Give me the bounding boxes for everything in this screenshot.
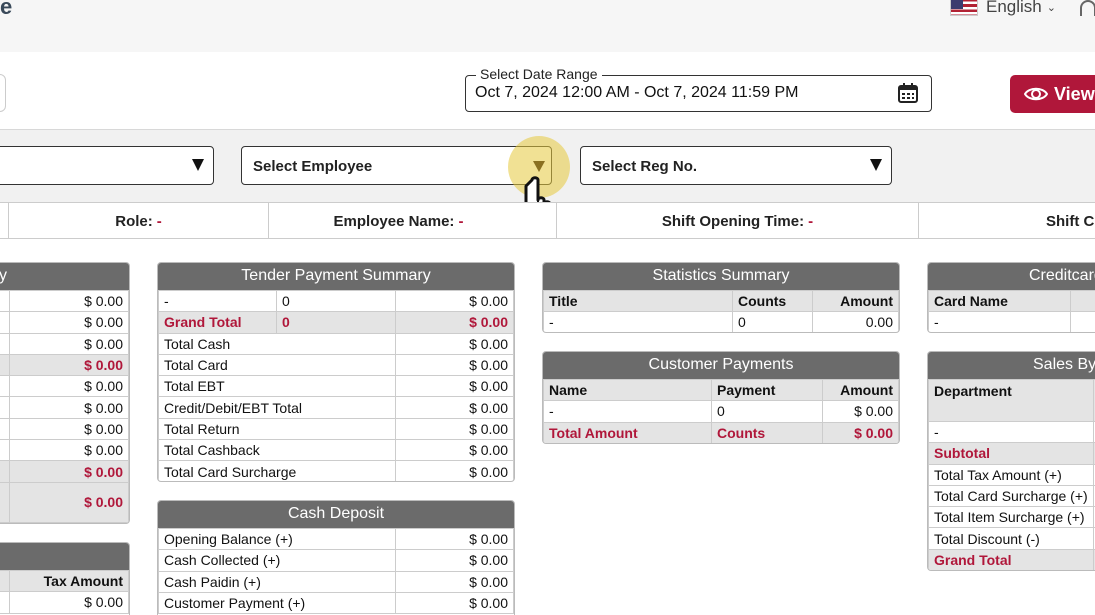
table-row: Total Cash $ 0.00 xyxy=(158,332,514,355)
table-row: -0 $ 0.00 xyxy=(543,400,899,423)
tender-table: -0 $ 0.00 Grand Total 0 $ 0.00 Total Cash $ … xyxy=(158,289,514,481)
table-row: - xyxy=(928,311,1095,332)
cash-deposit-title: Cash Deposit xyxy=(158,501,514,528)
date-range-value: Oct 7, 2024 12:00 AM - Oct 7, 2024 11:59… xyxy=(475,84,799,101)
left-tax-panel: Tax Amount $ 0.00 xyxy=(0,542,130,615)
statistics-table: Title Counts Amount -0 0.00 xyxy=(543,289,899,332)
table-row: Total EBT $ 0.00 xyxy=(158,375,514,398)
table-row: Total Return $ 0.00 xyxy=(158,417,514,441)
customer-payments-table: Name Payment Amount -0 $ 0.00 Total Amount C… xyxy=(543,378,899,443)
table-row: Total Item Surcharge (+) xyxy=(928,506,1095,529)
table-row: Customer Payment (+) $ 0.00 xyxy=(158,591,514,615)
table-row: $ 0.00 xyxy=(0,439,129,462)
notification-bell-icon[interactable] xyxy=(1080,0,1095,16)
table-row: Total Tax Amount (+) xyxy=(928,463,1095,486)
table-row: $ 0.00 xyxy=(0,481,129,523)
table-row: $ 0.00 xyxy=(0,289,129,313)
table-row: $ 0.00 xyxy=(0,311,129,334)
table-row: Total Cashback $ 0.00 xyxy=(158,439,514,462)
cash-deposit-panel: Cash Deposit Opening Balance (+) $ 0.00 C… xyxy=(157,500,515,615)
shift-opening-cell: Shift Opening Time: - xyxy=(556,203,918,239)
table-row: Cash Paidin (+) $ 0.00 xyxy=(158,570,514,593)
creditcard-table: Card Name - xyxy=(928,289,1095,332)
left-summary-panel: y $ 0.00 $ 0.00 $ 0.00 $ 0.00 $ 0.00 $ 0… xyxy=(0,262,130,524)
sales-by-title: Sales By xyxy=(928,352,1095,379)
employee-dropdown-arrow-icon[interactable] xyxy=(533,161,545,172)
subtotal-row: Subtotal xyxy=(928,442,1095,465)
table-row: Total Card Surcharge $ 0.00 xyxy=(158,460,514,481)
sales-by-table: DepartmentIt -0 Subtotal Total Tax Amoun… xyxy=(928,379,1095,570)
us-flag-icon xyxy=(950,0,978,16)
left-summary-table: $ 0.00 $ 0.00 $ 0.00 $ 0.00 $ 0.00 $ 0.0… xyxy=(0,289,129,523)
top-bar: e English ⌄ xyxy=(0,0,1095,52)
view-button-label: View xyxy=(1054,83,1095,104)
table-row: -0 0.00 xyxy=(543,311,899,332)
tender-payment-summary-panel: Tender Payment Summary -0 $ 0.00 Grand To… xyxy=(157,262,515,482)
reg-no-select[interactable]: Select Reg No. xyxy=(580,146,892,185)
date-range-picker[interactable]: Select Date Range Oct 7, 2024 12:00 AM -… xyxy=(465,66,932,112)
table-row: Cash Collected (+) $ 0.00 xyxy=(158,549,514,572)
total-amount-row: Total Amount Counts $ 0.00 xyxy=(543,421,899,443)
table-row: $ 0.00 xyxy=(0,417,129,441)
calendar-icon[interactable] xyxy=(897,82,919,104)
employee-select-label: Select Employee xyxy=(253,158,373,175)
table-row: $ 0.00 xyxy=(0,375,129,398)
reg-no-select-label: Select Reg No. xyxy=(592,158,698,175)
first-select[interactable] xyxy=(0,146,214,185)
shift-closing-cell: Shift Cl xyxy=(918,203,1095,239)
view-button[interactable]: View xyxy=(1010,75,1095,113)
tax-amount-header: Tax Amount xyxy=(9,569,129,593)
table-row: $ 0.00 xyxy=(0,353,129,377)
table-row: Opening Balance (+) $ 0.00 xyxy=(158,527,514,551)
dropdown-arrow-icon xyxy=(870,159,882,171)
table-row: Credit/Debit/EBT Total $ 0.00 xyxy=(158,396,514,419)
table-row: -0 xyxy=(928,420,1095,444)
statistics-summary-panel: Statistics Summary Title Counts Amount -00… xyxy=(542,262,900,333)
table-row: Total Discount (-) xyxy=(928,527,1095,550)
left-panel-title: y xyxy=(0,263,129,290)
shift-info-row: Role: - Employee Name: - Shift Opening Tim… xyxy=(0,202,1095,239)
date-range-label: Select Date Range xyxy=(476,66,602,82)
chevron-down-icon: ⌄ xyxy=(1046,1,1056,14)
table-row: $ 0.00 xyxy=(0,396,129,419)
table-row: $ 0.00 xyxy=(0,460,129,483)
table-row: Total Card $ 0.00 xyxy=(158,353,514,377)
table-row: Total Card Surcharge (+) xyxy=(928,484,1095,508)
table-row: -0 $ 0.00 xyxy=(158,289,514,313)
creditcard-panel: Creditcard Card Name - xyxy=(927,262,1095,333)
eye-icon xyxy=(1024,87,1048,101)
left-tax-panel-title xyxy=(0,543,129,570)
tender-panel-title: Tender Payment Summary xyxy=(158,263,514,290)
sales-by-panel: Sales By DepartmentIt -0 Subtotal Total … xyxy=(927,351,1095,571)
date-filter-row: Select Date Range Oct 7, 2024 12:00 AM -… xyxy=(0,52,1095,130)
grand-total-row: Grand Total xyxy=(928,548,1095,570)
employee-select[interactable]: Select Employee xyxy=(241,146,552,185)
table-row: $ 0.00 xyxy=(0,332,129,355)
app-logo: e xyxy=(0,0,13,19)
customer-payments-title: Customer Payments xyxy=(543,352,899,379)
role-cell: Role: - xyxy=(8,203,268,239)
language-selector[interactable]: English ⌄ xyxy=(950,0,1056,17)
employee-name-cell: Employee Name: - xyxy=(268,203,528,239)
language-label: English xyxy=(986,0,1042,16)
table-row: $ 0.00 xyxy=(0,591,129,614)
cash-deposit-table: Opening Balance (+) $ 0.00 Cash Collected… xyxy=(158,527,514,615)
statistics-title: Statistics Summary xyxy=(543,263,899,290)
creditcard-title: Creditcard xyxy=(928,263,1095,290)
customer-payments-panel: Customer Payments Name Payment Amount -0 $ … xyxy=(542,351,900,444)
grand-total-row: Grand Total 0 $ 0.00 xyxy=(158,311,514,334)
left-input-stub[interactable] xyxy=(0,74,6,112)
